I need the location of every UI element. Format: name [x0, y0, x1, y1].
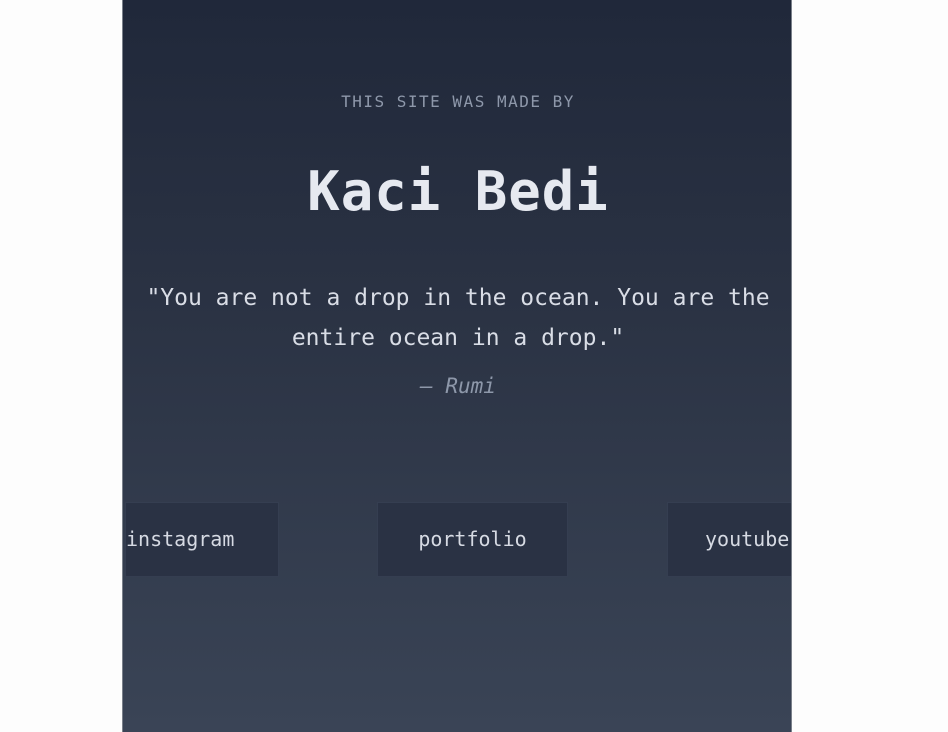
author-name-heading: Kaci Bedi [307, 160, 609, 223]
quote-author: — Rumi [420, 374, 496, 398]
quote-text: "You are not a drop in the ocean. You ar… [123, 278, 791, 358]
portfolio-link-button[interactable]: portfolio [377, 502, 568, 577]
made-by-caption: THIS SITE WAS MADE BY [341, 92, 575, 111]
quote-line-1: "You are not a drop in the ocean. You ar… [146, 285, 770, 311]
page-panel: THIS SITE WAS MADE BY Kaci Bedi "You are… [122, 0, 792, 732]
instagram-link-button[interactable]: instagram [125, 502, 279, 577]
youtube-link-button[interactable]: youtube [667, 502, 791, 577]
quote-line-2: entire ocean in a drop." [291, 325, 625, 351]
